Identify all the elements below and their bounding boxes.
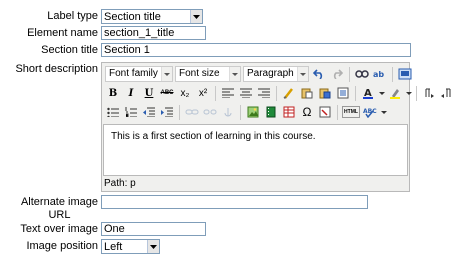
media-icon[interactable]: [263, 104, 279, 120]
underline-icon[interactable]: U: [141, 85, 157, 101]
superscript-icon[interactable]: x²: [195, 85, 211, 101]
bullet-list-icon[interactable]: [105, 104, 121, 120]
insert-table-icon[interactable]: [281, 104, 297, 120]
label-type-label: Label type: [47, 10, 98, 22]
image-position-value: Left: [104, 241, 123, 253]
font-family-select[interactable]: Font family: [105, 66, 173, 82]
find-icon[interactable]: [354, 66, 370, 82]
align-left-icon[interactable]: [220, 85, 236, 101]
chevron-down-icon: [229, 67, 240, 81]
anchor-icon[interactable]: [220, 104, 236, 120]
image-position-select[interactable]: Left: [101, 239, 160, 254]
subscript-icon[interactable]: x₂: [177, 85, 193, 101]
label-type-select[interactable]: Section title: [101, 9, 203, 24]
select-all-icon[interactable]: [335, 85, 351, 101]
image-position-label: Image position: [26, 240, 98, 252]
chevron-down-icon[interactable]: [380, 104, 387, 120]
alternate-image-url-label: Alternate image URL: [21, 196, 98, 222]
editor-content-area[interactable]: This is a first section of learning in t…: [103, 124, 408, 176]
path-value[interactable]: p: [130, 178, 136, 189]
text-over-image-label: Text over image: [20, 223, 98, 235]
toolbar-separator: [179, 104, 180, 120]
chevron-down-icon[interactable]: [405, 85, 412, 101]
toolbar-separator: [416, 85, 417, 101]
text-over-image-input[interactable]: One: [101, 222, 206, 236]
cleanup-icon[interactable]: [281, 85, 297, 101]
italic-icon[interactable]: I: [123, 85, 139, 101]
omega-icon[interactable]: Ω: [299, 104, 315, 120]
chevron-down-icon: [161, 67, 172, 81]
fullscreen-icon[interactable]: [397, 66, 413, 82]
section-title-value: Section 1: [104, 44, 150, 56]
chevron-down-icon: [297, 67, 308, 81]
chevron-down-icon[interactable]: [147, 240, 159, 253]
editor-paragraph: This is a first section of learning in t…: [111, 131, 316, 142]
insert-date-icon[interactable]: [317, 104, 333, 120]
element-name-value: section_1_title: [104, 27, 175, 39]
highlight-color-icon[interactable]: [387, 85, 403, 101]
toolbar-separator: [392, 66, 393, 82]
label-type-value: Section title: [104, 11, 161, 23]
strikethrough-icon[interactable]: ABC: [159, 85, 175, 101]
image-icon[interactable]: [245, 104, 261, 120]
paste-word-icon[interactable]: [317, 85, 333, 101]
text-color-icon[interactable]: A: [360, 85, 376, 101]
toolbar-row-3: Ω HTML ABC: [105, 103, 387, 121]
toolbar-separator: [276, 85, 277, 101]
chevron-down-icon[interactable]: [378, 85, 385, 101]
outdent-icon[interactable]: [141, 104, 157, 120]
align-right-icon[interactable]: [256, 85, 272, 101]
section-title-label: Section title: [41, 44, 98, 56]
html-editor: Font family Font size Paragraph ab B I U…: [101, 62, 451, 192]
spellcheck-icon[interactable]: ABC: [362, 104, 378, 120]
toolbar-row-1: Font family Font size Paragraph ab: [105, 65, 413, 83]
section-title-input[interactable]: Section 1: [101, 43, 411, 57]
path-label: Path:: [104, 178, 128, 189]
replace-icon[interactable]: ab: [372, 66, 388, 82]
numbered-list-icon[interactable]: [123, 104, 139, 120]
rtl-icon[interactable]: [439, 85, 455, 101]
chevron-down-icon[interactable]: [190, 10, 202, 23]
align-center-icon[interactable]: [238, 85, 254, 101]
editor-status-path: Path: p: [104, 178, 136, 189]
svg-text:ab: ab: [373, 70, 384, 79]
alternate-image-label-line2: URL: [48, 209, 71, 221]
indent-icon[interactable]: [159, 104, 175, 120]
font-size-select[interactable]: Font size: [175, 66, 241, 82]
toolbar-separator: [240, 104, 241, 120]
toolbar-separator: [355, 85, 356, 101]
toolbar-separator: [215, 85, 216, 101]
toolbar-separator: [337, 104, 338, 120]
alternate-image-label-line1: Alternate image: [20, 196, 98, 208]
element-name-label: Element name: [27, 27, 98, 39]
short-description-label: Short description: [15, 63, 98, 75]
format-value: Paragraph: [247, 68, 294, 79]
link-icon[interactable]: [184, 104, 200, 120]
undo-icon[interactable]: [311, 66, 327, 82]
text-over-image-value: One: [104, 223, 125, 235]
unlink-icon[interactable]: [202, 104, 218, 120]
toolbar-separator: [349, 66, 350, 82]
paste-text-icon[interactable]: [299, 85, 315, 101]
redo-icon[interactable]: [329, 66, 345, 82]
element-name-input[interactable]: section_1_title: [101, 26, 206, 40]
html-source-icon[interactable]: HTML: [342, 106, 360, 118]
format-select[interactable]: Paragraph: [243, 66, 309, 82]
bold-icon[interactable]: B: [105, 85, 121, 101]
ltr-icon[interactable]: [421, 85, 437, 101]
font-family-value: Font family: [109, 68, 158, 79]
toolbar-row-2: B I U ABC x₂ x² A: [105, 84, 455, 102]
alternate-image-url-input[interactable]: [101, 195, 368, 209]
font-size-value: Font size: [179, 68, 220, 79]
